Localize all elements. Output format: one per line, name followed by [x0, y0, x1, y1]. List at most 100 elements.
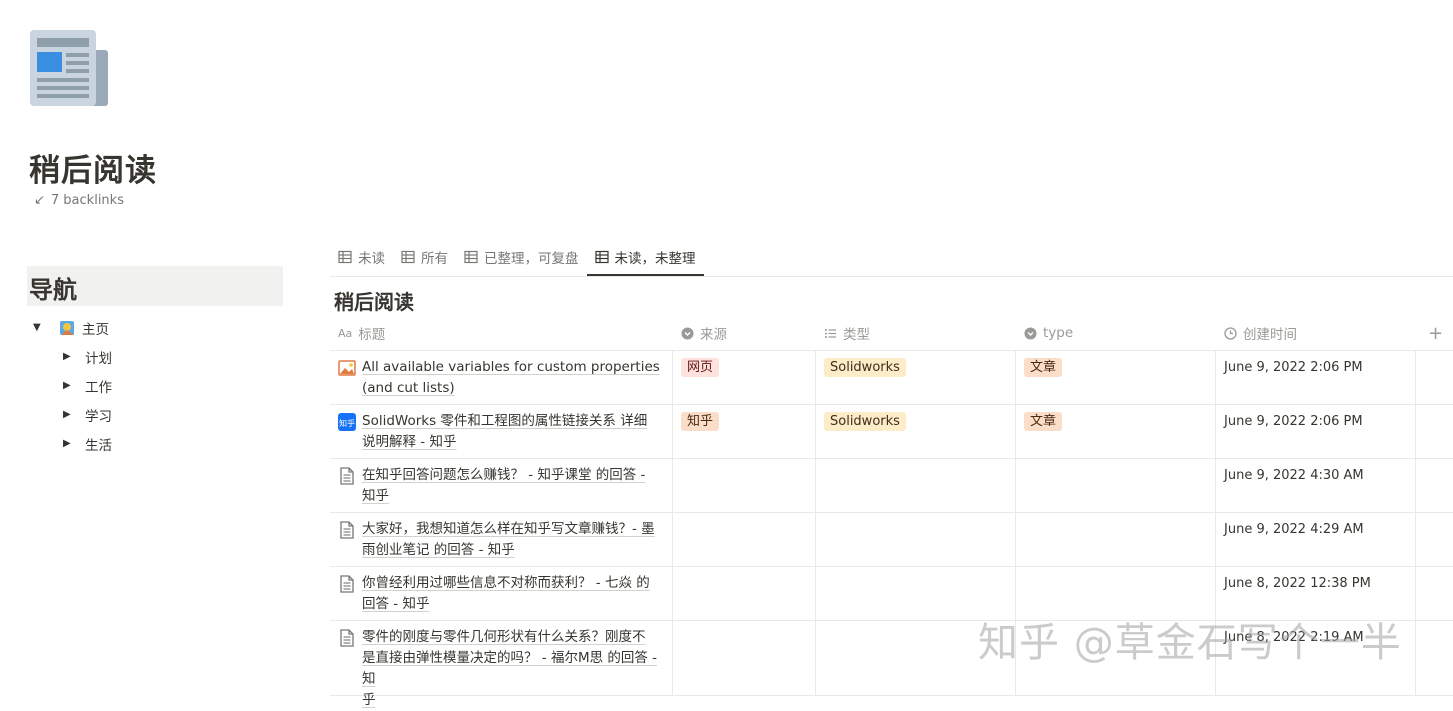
created-cell[interactable]: June 9, 2022 2:06 PM	[1216, 405, 1416, 458]
column-header-source[interactable]: 来源	[673, 316, 816, 350]
empty-cell	[1416, 351, 1453, 404]
type-cell[interactable]	[1016, 513, 1216, 566]
tab-organized[interactable]: 已整理，可复盘	[456, 240, 587, 274]
row-title-cont[interactable]: 知乎	[362, 488, 389, 504]
doc-icon	[340, 521, 354, 539]
table-icon	[401, 250, 415, 264]
row-title-cont[interactable]: 回答 - 知乎	[362, 596, 429, 612]
nav-item-study[interactable]: ▶ 学习	[33, 400, 112, 429]
clock-icon	[1224, 326, 1237, 340]
title-cell[interactable]: 零件的刚度与零件几何形状有什么关系？刚度不是直接由弹性模量决定的吗？ - 福尔M…	[330, 621, 673, 708]
source-cell[interactable]	[673, 459, 816, 512]
title-cell[interactable]: All available variables for custom prope…	[330, 351, 673, 404]
row-title-cont[interactable]: (and cut lists)	[362, 380, 455, 396]
category-cell[interactable]	[816, 567, 1016, 620]
row-title-cont[interactable]: 说明解释 - 知乎	[362, 434, 456, 450]
table-row[interactable]: 大家好，我想知道怎么样在知乎写文章赚钱？- 墨雨创业笔记 的回答 - 知乎 Ju…	[330, 513, 1453, 567]
nav-heading-block: 导航	[27, 266, 283, 306]
table-row[interactable]: 知乎 SolidWorks 零件和工程图的属性链接关系 详细 说明解释 - 知乎 …	[330, 405, 1453, 459]
database-title: 稍后阅读	[334, 290, 414, 314]
title-cell[interactable]: 你曾经利用过哪些信息不对称而获利？ - 七焱 的回答 - 知乎	[330, 567, 673, 620]
backlinks-label: 7 backlinks	[50, 193, 124, 208]
row-title-cont[interactable]: 乎	[362, 692, 376, 708]
column-header-category[interactable]: 类型	[816, 316, 1016, 350]
type-cell[interactable]: 文章	[1016, 405, 1216, 458]
nav-item-home[interactable]: ▼ 主页	[33, 313, 112, 342]
type-cell[interactable]	[1016, 459, 1216, 512]
select-icon	[681, 327, 694, 339]
created-cell[interactable]: June 8, 2022 2:19 AM	[1216, 621, 1416, 695]
nav-item-plan[interactable]: ▶ 计划	[33, 342, 112, 371]
column-header-title[interactable]: Aa 标题	[330, 316, 673, 350]
category-cell[interactable]	[816, 621, 1016, 695]
nav-tree: ▼ 主页 ▶ 计划 ▶ 工作 ▶ 学习 ▶ 生活	[33, 313, 112, 458]
type-tag: 文章	[1024, 412, 1063, 431]
created-cell[interactable]: June 8, 2022 12:38 PM	[1216, 567, 1416, 620]
nav-item-label: 学习	[85, 408, 112, 425]
triangle-right-icon[interactable]: ▶	[63, 409, 75, 420]
category-cell[interactable]	[816, 459, 1016, 512]
triangle-down-icon[interactable]: ▼	[33, 322, 45, 333]
row-title[interactable]: SolidWorks 零件和工程图的属性链接关系 详细	[362, 413, 647, 429]
type-cell[interactable]	[1016, 621, 1216, 695]
page-title: 稍后阅读	[29, 153, 157, 189]
tab-unread[interactable]: 未读	[330, 240, 393, 274]
doc-icon	[340, 575, 354, 593]
column-header-created[interactable]: 创建时间	[1216, 316, 1416, 350]
nav-item-label: 计划	[85, 350, 112, 367]
column-label: 标题	[358, 327, 386, 343]
source-cell[interactable]	[673, 513, 816, 566]
doc-icon	[340, 467, 354, 485]
tab-unread-unorganized[interactable]: 未读，未整理	[586, 240, 704, 276]
nav-item-work[interactable]: ▶ 工作	[33, 371, 112, 400]
source-tag: 网页	[681, 358, 720, 377]
type-cell[interactable]: 文章	[1016, 351, 1216, 404]
source-tag: 知乎	[681, 412, 720, 431]
created-cell[interactable]: June 9, 2022 4:30 AM	[1216, 459, 1416, 512]
title-cell[interactable]: 大家好，我想知道怎么样在知乎写文章赚钱？- 墨雨创业笔记 的回答 - 知乎	[330, 513, 673, 566]
table-row[interactable]: 你曾经利用过哪些信息不对称而获利？ - 七焱 的回答 - 知乎 June 8, …	[330, 567, 1453, 621]
row-title[interactable]: All available variables for custom prope…	[362, 359, 660, 375]
nav-item-label: 主页	[82, 321, 109, 338]
type-cell[interactable]	[1016, 567, 1216, 620]
category-cell[interactable]	[816, 513, 1016, 566]
created-cell[interactable]: June 9, 2022 4:29 AM	[1216, 513, 1416, 566]
tab-all[interactable]: 所有	[393, 240, 456, 274]
row-title-cont[interactable]: 雨创业笔记 的回答 - 知乎	[362, 542, 515, 558]
table-row[interactable]: All available variables for custom prope…	[330, 351, 1453, 405]
svg-text:知乎: 知乎	[339, 418, 355, 428]
column-label: 类型	[843, 327, 870, 343]
category-tag: Solidworks	[824, 358, 906, 377]
source-cell[interactable]	[673, 567, 816, 620]
source-cell[interactable]	[673, 621, 816, 695]
triangle-right-icon[interactable]: ▶	[63, 351, 75, 362]
row-title[interactable]: 在知乎回答问题怎么赚钱？ - 知乎课堂 的回答 -	[362, 467, 645, 483]
row-title[interactable]: 零件的刚度与零件几何形状有什么关系？刚度不	[362, 629, 646, 645]
table-row[interactable]: 零件的刚度与零件几何形状有什么关系？刚度不是直接由弹性模量决定的吗？ - 福尔M…	[330, 621, 1453, 708]
created-cell[interactable]: June 9, 2022 2:06 PM	[1216, 351, 1416, 404]
title-cell[interactable]: 知乎 SolidWorks 零件和工程图的属性链接关系 详细 说明解释 - 知乎	[330, 405, 673, 458]
nav-item-label: 工作	[85, 379, 112, 396]
newspaper-icon	[30, 30, 108, 106]
tab-label: 未读，未整理	[614, 251, 696, 267]
doc-icon	[340, 629, 354, 647]
source-cell[interactable]: 网页	[673, 351, 816, 404]
category-cell[interactable]: Solidworks	[816, 405, 1016, 458]
source-cell[interactable]: 知乎	[673, 405, 816, 458]
empty-cell	[1416, 621, 1453, 695]
triangle-right-icon[interactable]: ▶	[63, 380, 75, 391]
add-column-button[interactable]: +	[1416, 316, 1453, 350]
category-cell[interactable]: Solidworks	[816, 351, 1016, 404]
row-title[interactable]: 你曾经利用过哪些信息不对称而获利？ - 七焱 的	[362, 575, 650, 591]
image-icon	[338, 360, 356, 376]
backlinks-link[interactable]: ↙ 7 backlinks	[34, 193, 124, 208]
empty-cell	[1416, 513, 1453, 566]
table-row[interactable]: 在知乎回答问题怎么赚钱？ - 知乎课堂 的回答 - 知乎 June 9, 2022…	[330, 459, 1453, 513]
column-header-type[interactable]: type	[1016, 316, 1216, 350]
row-title[interactable]: 大家好，我想知道怎么样在知乎写文章赚钱？- 墨	[362, 521, 655, 537]
nav-item-life[interactable]: ▶ 生活	[33, 429, 112, 458]
tab-label: 已整理，可复盘	[484, 251, 579, 267]
title-cell[interactable]: 在知乎回答问题怎么赚钱？ - 知乎课堂 的回答 - 知乎	[330, 459, 673, 512]
triangle-right-icon[interactable]: ▶	[63, 438, 75, 449]
row-title-cont[interactable]: 是直接由弹性模量决定的吗？ - 福尔M思 的回答 - 知	[362, 650, 657, 687]
